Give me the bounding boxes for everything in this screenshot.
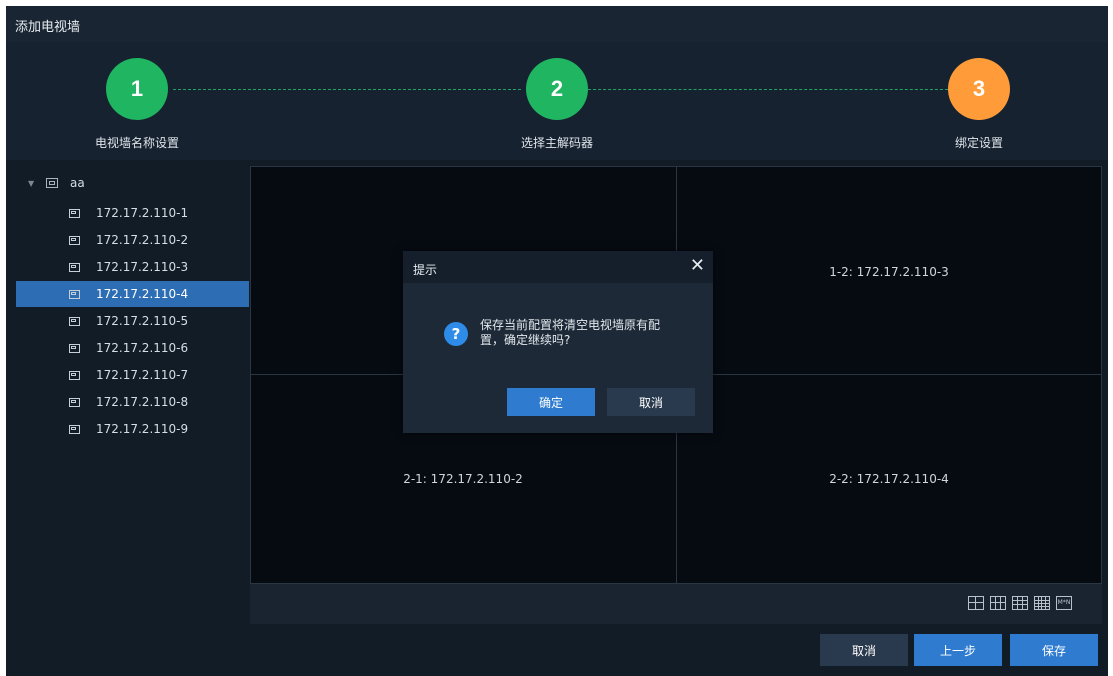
confirm-button[interactable]: 确定 [507, 388, 595, 416]
tree-root[interactable]: ▼ aa [16, 170, 249, 196]
step-1-label: 电视墙名称设置 [94, 136, 180, 150]
decoder-group-icon [46, 178, 58, 188]
wall-cell-label: 2-2: 172.17.2.110-4 [829, 472, 949, 486]
add-tv-wall-window: 添加电视墙 1 2 3 电视墙名称设置 选择主解码器 绑定设置 ▼ aa 172… [6, 6, 1108, 676]
tree-item[interactable]: 172.17.2.110-3 [16, 254, 249, 280]
wall-cell-1-2[interactable]: 1-2: 172.17.2.110-3 [677, 167, 1101, 374]
wall-cell-label: 2-1: 172.17.2.110-2 [403, 472, 523, 486]
footer-bar: 取消 上一步 保存 [6, 624, 1108, 676]
monitor-icon [69, 343, 80, 353]
cancel-button[interactable]: 取消 [820, 634, 908, 666]
grid-3x2-icon[interactable] [990, 596, 1006, 610]
step-1-circle: 1 [106, 58, 168, 120]
tree-item-label: 172.17.2.110-8 [96, 395, 189, 409]
monitor-icon [69, 235, 80, 245]
dialog-cancel-button[interactable]: 取消 [607, 388, 695, 416]
tree-item[interactable]: 172.17.2.110-5 [16, 308, 249, 334]
device-tree: ▼ aa 172.17.2.110-1 172.17.2.110-2 172.1… [6, 160, 250, 630]
step-connector [588, 89, 948, 90]
tree-root-label: aa [70, 176, 85, 190]
tree-item-label: 172.17.2.110-3 [96, 260, 189, 274]
tree-item[interactable]: 172.17.2.110-8 [16, 389, 249, 415]
step-3-circle: 3 [948, 58, 1010, 120]
tree-item-selected[interactable]: 172.17.2.110-4 [16, 281, 249, 307]
window-title: 添加电视墙 [15, 20, 81, 35]
tree-item[interactable]: 172.17.2.110-2 [16, 227, 249, 253]
grid-3x3-icon[interactable] [1012, 596, 1028, 610]
question-icon: ? [444, 322, 468, 346]
close-icon[interactable]: ✕ [690, 255, 705, 276]
dialog-title-bar: 提示 ✕ [403, 251, 713, 283]
monitor-icon [69, 262, 80, 272]
previous-step-button[interactable]: 上一步 [914, 634, 1002, 666]
tree-item-label: 172.17.2.110-5 [96, 314, 189, 328]
tree-item-label: 172.17.2.110-1 [96, 206, 189, 220]
monitor-icon [69, 289, 80, 299]
step-3-label: 绑定设置 [954, 136, 1004, 150]
custom-mxn-icon[interactable]: M*N [1056, 596, 1072, 610]
dialog-title: 提示 [413, 263, 438, 277]
tree-item-label: 172.17.2.110-4 [96, 287, 189, 301]
monitor-icon [69, 397, 80, 407]
tree-item-label: 172.17.2.110-2 [96, 233, 189, 247]
expand-arrow-icon[interactable]: ▼ [28, 179, 34, 188]
tree-item-label: 172.17.2.110-6 [96, 341, 189, 355]
monitor-icon [69, 316, 80, 326]
grid-2x2-icon[interactable] [968, 596, 984, 610]
confirm-dialog: 提示 ✕ ? 保存当前配置将清空电视墙原有配置，确定继续吗? 确定 取消 [403, 251, 713, 433]
tree-item[interactable]: 172.17.2.110-6 [16, 335, 249, 361]
monitor-icon [69, 424, 80, 434]
tree-item[interactable]: 172.17.2.110-7 [16, 362, 249, 388]
tree-item-label: 172.17.2.110-7 [96, 368, 189, 382]
monitor-icon [69, 370, 80, 380]
wall-cell-2-2[interactable]: 2-2: 172.17.2.110-4 [677, 375, 1101, 583]
wall-cell-label: 1-2: 172.17.2.110-3 [829, 265, 949, 279]
tree-item[interactable]: 172.17.2.110-9 [16, 416, 249, 442]
monitor-icon [69, 208, 80, 218]
step-indicator: 1 2 3 电视墙名称设置 选择主解码器 绑定设置 [6, 42, 1108, 160]
dialog-message: 保存当前配置将清空电视墙原有配置，确定继续吗? [480, 318, 661, 347]
grid-4x4-icon[interactable] [1034, 596, 1050, 610]
step-2-circle: 2 [526, 58, 588, 120]
tree-item-label: 172.17.2.110-9 [96, 422, 189, 436]
title-bar: 添加电视墙 [6, 6, 1108, 42]
step-connector [173, 89, 521, 90]
tree-item[interactable]: 172.17.2.110-1 [16, 200, 249, 226]
save-button[interactable]: 保存 [1010, 634, 1098, 666]
layout-toolbar: M*N [250, 584, 1102, 624]
step-2-label: 选择主解码器 [520, 136, 594, 150]
